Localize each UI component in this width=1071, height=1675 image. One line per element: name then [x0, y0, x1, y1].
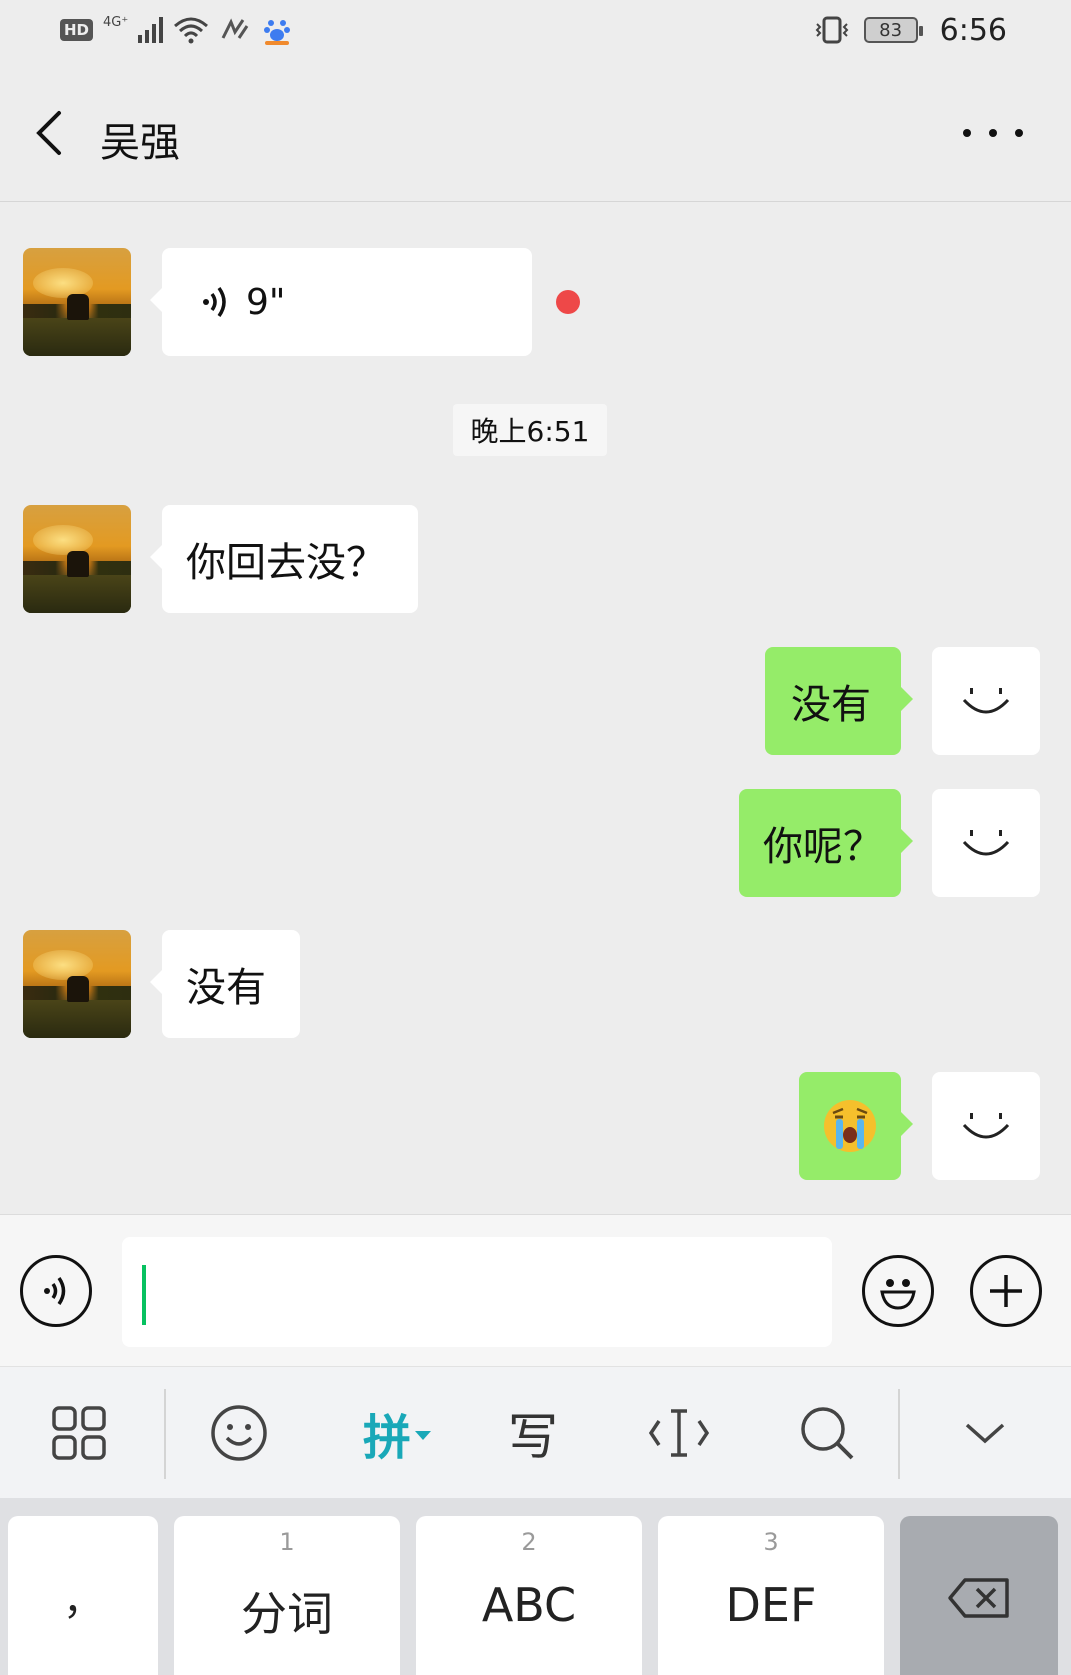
voice-wave-icon [44, 1277, 66, 1305]
smiley-icon [880, 1279, 916, 1310]
voice-wave-icon [203, 286, 226, 318]
handwriting-label: 写 [508, 1408, 558, 1466]
key-delete[interactable] [900, 1516, 1058, 1675]
keyboard-search-button[interactable] [792, 1391, 862, 1475]
grid-icon [52, 1406, 106, 1460]
more-options-button[interactable] [963, 118, 1023, 148]
voice-message-bubble[interactable]: 9" [150, 248, 532, 356]
crying-emoji-icon [824, 1100, 876, 1152]
more-dot-icon [1015, 129, 1023, 137]
hd-badge: HD [60, 19, 94, 41]
outgoing-message-bubble[interactable]: 没有 [765, 647, 913, 755]
toolbar-divider [164, 1389, 166, 1479]
nav-bar: 吴强 [0, 60, 1071, 202]
more-dot-icon [989, 129, 997, 137]
keyboard-toolbar: 拼 写 [0, 1366, 1071, 1498]
chat-screen: HD 4G⁺ 83 6:56 吴强 9" 晚上6:51 你回去没？ 没有 你呢？… [0, 0, 1071, 1675]
key-label: ABC [481, 1578, 577, 1632]
wifi-icon [174, 17, 209, 44]
handwriting-button[interactable]: 写 [498, 1391, 568, 1475]
outgoing-message-bubble[interactable]: 你呢？ [739, 789, 913, 897]
key-2[interactable]: 2 ABC [416, 1516, 642, 1675]
my-avatar[interactable] [932, 647, 1040, 755]
incoming-message-bubble[interactable]: 你回去没？ [150, 505, 418, 613]
chat-title: 吴强 [100, 120, 180, 166]
caret-down-icon [415, 1430, 431, 1440]
backspace-icon [948, 1578, 1009, 1618]
cursor-edit-icon [648, 1409, 710, 1457]
unread-dot [556, 290, 580, 314]
contact-avatar[interactable] [23, 930, 131, 1038]
vibrate-icon [815, 16, 849, 44]
keyboard-emoji-button[interactable] [204, 1391, 274, 1475]
key-label: 分词 [241, 1587, 333, 1641]
chevron-down-icon [965, 1423, 1005, 1444]
my-avatar[interactable] [932, 1072, 1040, 1180]
toolbar-divider [898, 1389, 900, 1479]
message-timestamp: 晚上6:51 [453, 404, 607, 456]
clock: 6:56 [939, 12, 1007, 48]
status-left: HD 4G⁺ [60, 12, 293, 48]
message-text: 没有 [186, 965, 266, 1011]
more-functions-button[interactable] [970, 1255, 1042, 1327]
message-text: 没有 [791, 682, 871, 728]
smile-face-icon [962, 830, 1010, 856]
ime-keyboard: ， 1 分词 2 ABC 3 DEF [0, 1498, 1071, 1675]
battery-indicator: 83 [863, 17, 923, 43]
keyboard-menu-button[interactable] [44, 1391, 114, 1475]
signal-icon [138, 17, 164, 43]
cursor-edit-button[interactable] [644, 1391, 714, 1475]
key-1[interactable]: 1 分词 [174, 1516, 400, 1675]
message-input[interactable] [122, 1237, 832, 1347]
chevron-left-icon [36, 111, 61, 155]
emoji-button[interactable] [862, 1255, 934, 1327]
key-3[interactable]: 3 DEF [658, 1516, 884, 1675]
outgoing-emoji-bubble[interactable]: 😭 [799, 1072, 913, 1180]
contact-avatar[interactable] [23, 248, 131, 356]
incoming-message-bubble[interactable]: 没有 [150, 930, 300, 1038]
key-number: 2 [521, 1528, 537, 1556]
smiley-outline-icon [211, 1405, 267, 1461]
key-number: 3 [763, 1528, 779, 1556]
voice-input-button[interactable] [20, 1255, 92, 1327]
pinyin-label: 拼 [362, 1410, 411, 1466]
back-button[interactable] [28, 108, 68, 158]
search-icon [801, 1407, 854, 1460]
voice-duration: 9" [246, 281, 286, 323]
status-right: 83 6:56 [812, 10, 1007, 50]
plus-icon [990, 1275, 1022, 1307]
key-comma[interactable]: ， [8, 1516, 158, 1675]
pinyin-mode-button[interactable]: 拼 [352, 1391, 442, 1475]
nfc-icon [221, 18, 249, 39]
key-label: ， [63, 1578, 103, 1624]
key-number: 1 [279, 1528, 295, 1556]
hide-keyboard-button[interactable] [950, 1391, 1020, 1475]
text-caret [142, 1265, 146, 1325]
smile-face-icon [962, 1113, 1010, 1139]
baidu-app-icon [264, 20, 291, 45]
my-avatar[interactable] [932, 789, 1040, 897]
smile-face-icon [962, 688, 1010, 714]
network-type: 4G⁺ [103, 14, 129, 30]
contact-avatar[interactable] [23, 505, 131, 613]
chat-input-bar [0, 1214, 1071, 1366]
key-label: DEF [725, 1578, 817, 1632]
message-text: 你呢？ [763, 824, 883, 870]
status-bar: HD 4G⁺ 83 6:56 [0, 0, 1071, 60]
more-dot-icon [963, 129, 971, 137]
pinyin-label-wrap: 拼 [363, 1398, 431, 1468]
message-text: 你回去没？ [186, 540, 386, 586]
